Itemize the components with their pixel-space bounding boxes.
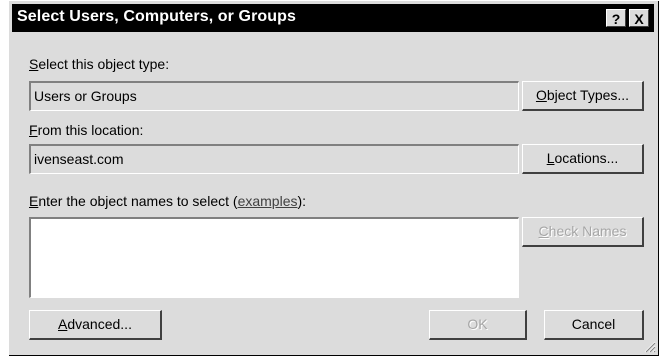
object-types-button[interactable]: Object Types... <box>522 81 644 111</box>
help-icon[interactable]: ? <box>606 9 626 27</box>
advanced-button[interactable]: Advanced... <box>29 310 162 340</box>
resize-grip-icon[interactable] <box>644 341 656 353</box>
examples-link[interactable]: examples <box>238 193 298 209</box>
check-names-button[interactable]: Check Names <box>522 217 644 247</box>
object-type-field: Users or Groups <box>29 81 519 111</box>
location-field: ivenseast.com <box>29 144 519 174</box>
title-bar[interactable]: Select Users, Computers, or Groups ? X <box>12 4 654 32</box>
object-type-label: Select this object type: <box>29 56 170 72</box>
select-users-dialog: Select Users, Computers, or Groups ? X S… <box>8 0 658 355</box>
cancel-button[interactable]: Cancel <box>544 310 644 340</box>
close-icon[interactable]: X <box>629 9 649 27</box>
locations-button[interactable]: Locations... <box>522 144 644 174</box>
ok-button[interactable]: OK <box>429 310 527 340</box>
window-title: Select Users, Computers, or Groups <box>17 8 297 25</box>
location-label: From this location: <box>29 122 144 138</box>
object-names-input[interactable] <box>29 217 519 298</box>
object-names-label: Enter the object names to select (exampl… <box>29 193 307 209</box>
